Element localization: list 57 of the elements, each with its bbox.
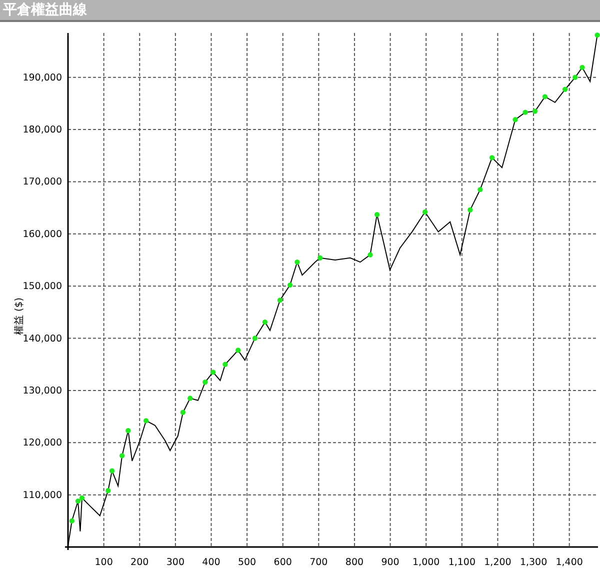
axis-tick-label: 900 (381, 557, 400, 568)
axis-tick-label: 1,300 (520, 557, 548, 568)
new-high-marker (512, 117, 518, 122)
new-high-marker (562, 86, 568, 92)
new-high-marker (277, 298, 283, 303)
axis-tick-label: 180,000 (22, 124, 62, 136)
new-high-marker (180, 410, 186, 415)
axis-tick-label: 140,000 (22, 333, 62, 344)
new-high-marker (594, 32, 600, 38)
axis-tick-label: 800 (345, 557, 364, 568)
axis-tick-label: 600 (274, 557, 292, 568)
new-high-marker (202, 380, 208, 385)
axis-tick-label: 190,000 (22, 72, 62, 84)
axis-tick-label: 500 (238, 557, 256, 568)
new-high-marker (126, 428, 131, 434)
new-high-marker (69, 518, 75, 524)
axis-tick-label: 1,400 (556, 557, 583, 568)
new-high-marker (143, 418, 149, 424)
axis-tick-label: 100 (94, 557, 113, 568)
axis-tick-label: 700 (310, 557, 328, 568)
new-high-marker (287, 282, 293, 288)
new-high-marker (542, 94, 548, 100)
new-high-marker (522, 110, 528, 115)
axis-tick-label: 1,200 (484, 557, 512, 568)
new-high-marker (468, 207, 473, 212)
axis-tick-label: 300 (166, 557, 184, 568)
axis-tick-label: 120,000 (22, 438, 62, 449)
axis-tick-label: 200 (130, 557, 149, 568)
axis-tick-label: 1,000 (412, 557, 440, 568)
new-high-marker (478, 186, 483, 192)
axis-tick-label: 170,000 (22, 176, 62, 188)
axis-tick-label: 400 (202, 557, 220, 568)
new-high-marker (368, 252, 373, 258)
new-high-marker (252, 336, 258, 341)
axis-tick-label: 150,000 (22, 281, 62, 292)
new-high-marker (572, 74, 578, 80)
y-axis-label: 權益 ($) (14, 298, 25, 335)
axis-tick-label: 160,000 (22, 228, 62, 240)
axis-tick-label: 1,100 (448, 557, 476, 568)
new-high-marker (422, 209, 428, 215)
new-high-marker (532, 108, 538, 114)
axis-tick-label: 110,000 (22, 490, 62, 501)
axis-tick-label: 130,000 (22, 385, 62, 396)
new-high-marker (580, 64, 585, 70)
new-high-marker (236, 348, 241, 353)
new-high-marker (262, 320, 268, 325)
new-high-marker (489, 155, 495, 160)
new-high-marker (106, 488, 111, 494)
new-high-marker (222, 362, 228, 367)
new-high-marker (188, 396, 193, 401)
new-high-marker (119, 453, 125, 458)
new-high-marker (318, 255, 323, 260)
new-high-marker (210, 370, 216, 375)
new-high-marker (294, 259, 300, 265)
new-high-marker (109, 468, 115, 474)
window-title: 平倉權益曲線 (2, 1, 87, 20)
new-high-marker (374, 212, 380, 218)
